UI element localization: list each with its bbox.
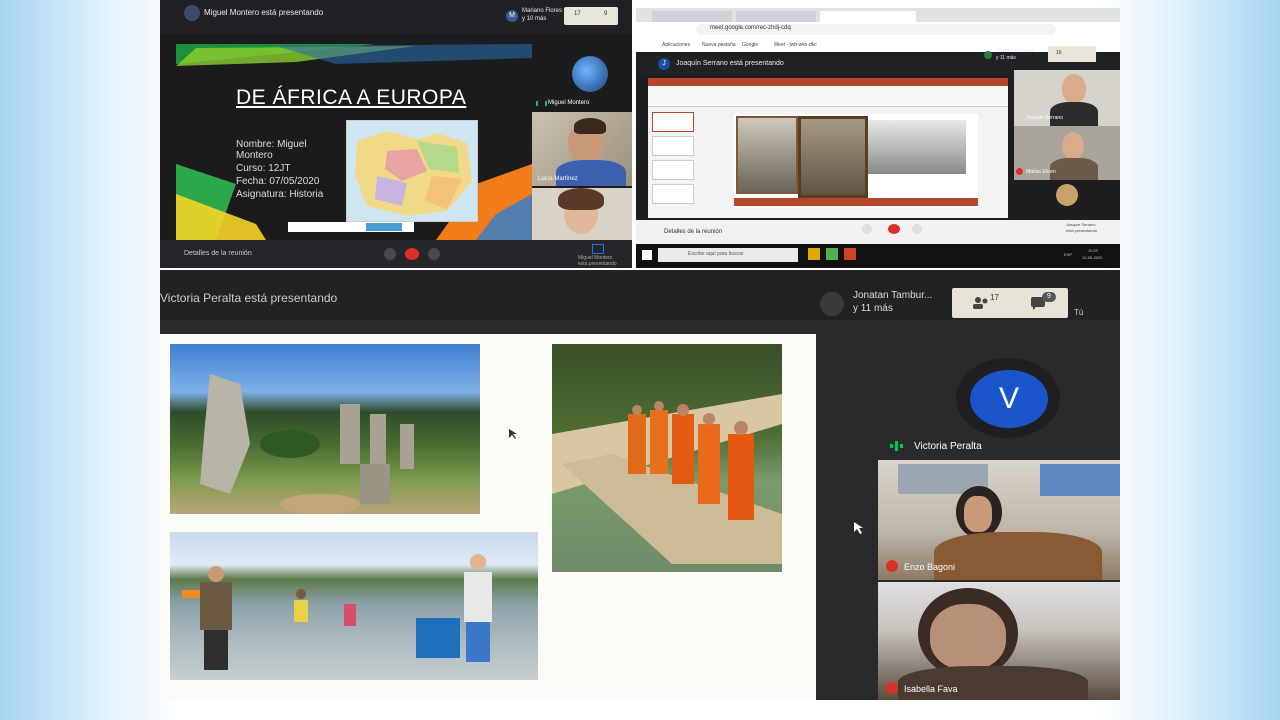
photo-monks-bridge bbox=[552, 344, 782, 572]
presentation-slide bbox=[160, 334, 816, 700]
presenter-banner: Victoria Peralta está presentando bbox=[160, 291, 338, 305]
taskbar-clock-date: 12-05-2020 bbox=[1082, 255, 1103, 260]
mic-icon[interactable] bbox=[384, 248, 396, 260]
photo-portrait bbox=[736, 116, 798, 194]
slide-canvas bbox=[734, 114, 978, 208]
presenter-banner: Miguel Montero está presentando bbox=[204, 8, 324, 17]
meet-panel-1: Miguel Montero está presentando M Marian… bbox=[160, 0, 632, 268]
photo-framed bbox=[798, 116, 868, 198]
camera-icon[interactable] bbox=[912, 224, 922, 234]
presenting-label: Joaquín Serrano bbox=[1066, 222, 1096, 227]
mic-off-icon bbox=[1016, 168, 1023, 175]
europe-map-image bbox=[346, 120, 478, 222]
slide-line: Fecha: 07/05/2020 bbox=[236, 176, 320, 187]
browser-tab[interactable] bbox=[652, 11, 732, 22]
browser-tab[interactable] bbox=[736, 11, 816, 22]
meeting-details-button[interactable]: Detalles de la reunión bbox=[664, 229, 722, 235]
slide-thumbnail[interactable] bbox=[652, 184, 694, 204]
mouse-cursor-icon bbox=[509, 429, 517, 439]
photo-building bbox=[868, 120, 966, 174]
hangup-icon[interactable] bbox=[405, 248, 419, 260]
hangup-icon[interactable] bbox=[888, 224, 900, 234]
tile-name: Enzo Bagoni bbox=[904, 562, 956, 572]
slide-thumbnail[interactable] bbox=[652, 136, 694, 156]
video-tile bbox=[532, 188, 632, 240]
presenter-banner: Joaquín Serrano está presentando bbox=[676, 60, 784, 67]
people-icon bbox=[973, 297, 988, 309]
participants-more: y 10 más bbox=[522, 16, 547, 22]
people-count: 16 bbox=[1056, 50, 1062, 56]
speaking-icon bbox=[890, 441, 903, 451]
participants-more: y 11 más bbox=[996, 55, 1016, 61]
presentation-slide: DE ÁFRICA A EUROPA Nombre: Miguel Monter… bbox=[176, 44, 532, 240]
participant-avatar: V bbox=[970, 370, 1048, 428]
participant-avatar: M bbox=[506, 10, 518, 22]
tile-name: Lucía Martínez bbox=[538, 176, 578, 182]
participants-main: Jonatan Tambur... bbox=[853, 290, 933, 301]
slide-thumbnail[interactable] bbox=[652, 112, 694, 132]
windows-start-icon[interactable] bbox=[642, 250, 652, 260]
participant-avatar bbox=[572, 56, 608, 92]
presenting-label: está presentando bbox=[578, 261, 617, 267]
participant-avatar bbox=[820, 292, 844, 316]
participants-more: y 11 más bbox=[853, 303, 893, 314]
slide-line: Curso: 12JT bbox=[236, 163, 291, 174]
taskbar-search-placeholder: Escribe aquí para buscar bbox=[688, 251, 744, 257]
video-tile bbox=[878, 582, 1120, 700]
bookmark-item[interactable]: Aplicaciones bbox=[662, 42, 690, 48]
meet-panel-3: Victoria Peralta está presentando Jonata… bbox=[160, 270, 1120, 700]
video-tile bbox=[532, 112, 632, 186]
powerpoint-window bbox=[648, 78, 1008, 218]
chat-count: 9 bbox=[604, 11, 608, 17]
people-button[interactable] bbox=[564, 7, 618, 25]
ribbon bbox=[648, 86, 1008, 107]
bookmark-item[interactable]: Nueva pestaña bbox=[702, 42, 736, 48]
slide-line: Montero bbox=[236, 150, 273, 161]
bookmark-item[interactable]: Meet - jwb-wkx-dkc bbox=[774, 42, 817, 48]
chat-count-badge: 9 bbox=[1042, 292, 1056, 302]
taskbar-app-icon[interactable] bbox=[826, 248, 838, 260]
mic-off-icon bbox=[886, 560, 898, 572]
avatar: J bbox=[658, 58, 670, 70]
address-text: meet.google.com/rec-zhdj-cdq bbox=[710, 25, 791, 31]
browser-tab-active[interactable] bbox=[820, 11, 916, 22]
slide-line: Asignatura: Historia bbox=[236, 189, 324, 200]
slide-footer-bar bbox=[734, 198, 978, 206]
taskbar-app-icon[interactable] bbox=[808, 248, 820, 260]
tile-name: Matías Ehren bbox=[1026, 169, 1056, 175]
tile-name: Isabella Fava bbox=[904, 684, 958, 694]
participants-main: Mariano Flores bbox=[522, 8, 563, 14]
slide-line: Nombre: Miguel bbox=[236, 139, 307, 150]
ribbon-tabs bbox=[648, 78, 1008, 86]
camera-icon[interactable] bbox=[428, 248, 440, 260]
you-label: Tú bbox=[1074, 308, 1084, 317]
taskbar-language: ESP bbox=[1064, 252, 1073, 257]
meeting-details-button[interactable]: Detalles de la reunión bbox=[184, 250, 252, 257]
photo-water-festival bbox=[170, 532, 538, 680]
tile-name: Miguel Montero bbox=[548, 100, 590, 106]
mic-icon[interactable] bbox=[862, 224, 872, 234]
presenting-label: está presentando bbox=[1066, 228, 1097, 233]
slide-title: DE ÁFRICA A EUROPA bbox=[236, 86, 467, 109]
people-count: 17 bbox=[574, 11, 581, 17]
people-count: 17 bbox=[990, 293, 999, 302]
meet-panel-2: meet.google.com/rec-zhdj-cdq Aplicacione… bbox=[636, 8, 1120, 268]
participant-avatar bbox=[984, 51, 992, 59]
slide-thumbnail[interactable] bbox=[652, 160, 694, 180]
tile-name: Victoria Peralta bbox=[914, 441, 982, 452]
photo-buddha-park bbox=[170, 344, 480, 514]
speaking-icon bbox=[536, 101, 547, 106]
taskbar-clock-time: 11:29 bbox=[1088, 248, 1098, 253]
taskbar-app-icon[interactable] bbox=[844, 248, 856, 260]
slide-toolbar-button[interactable] bbox=[366, 223, 402, 231]
present-icon[interactable] bbox=[592, 244, 604, 254]
mouse-cursor-icon bbox=[854, 522, 863, 534]
participant-avatar bbox=[1056, 184, 1078, 206]
mic-off-icon bbox=[886, 682, 898, 694]
avatar bbox=[184, 5, 200, 21]
participants-main: Claudio Orellana bbox=[996, 48, 1034, 54]
tile-name: Joaquín Serrano bbox=[1026, 115, 1063, 121]
meet-top-bar bbox=[160, 0, 632, 34]
bookmark-item[interactable]: Google bbox=[742, 42, 758, 48]
